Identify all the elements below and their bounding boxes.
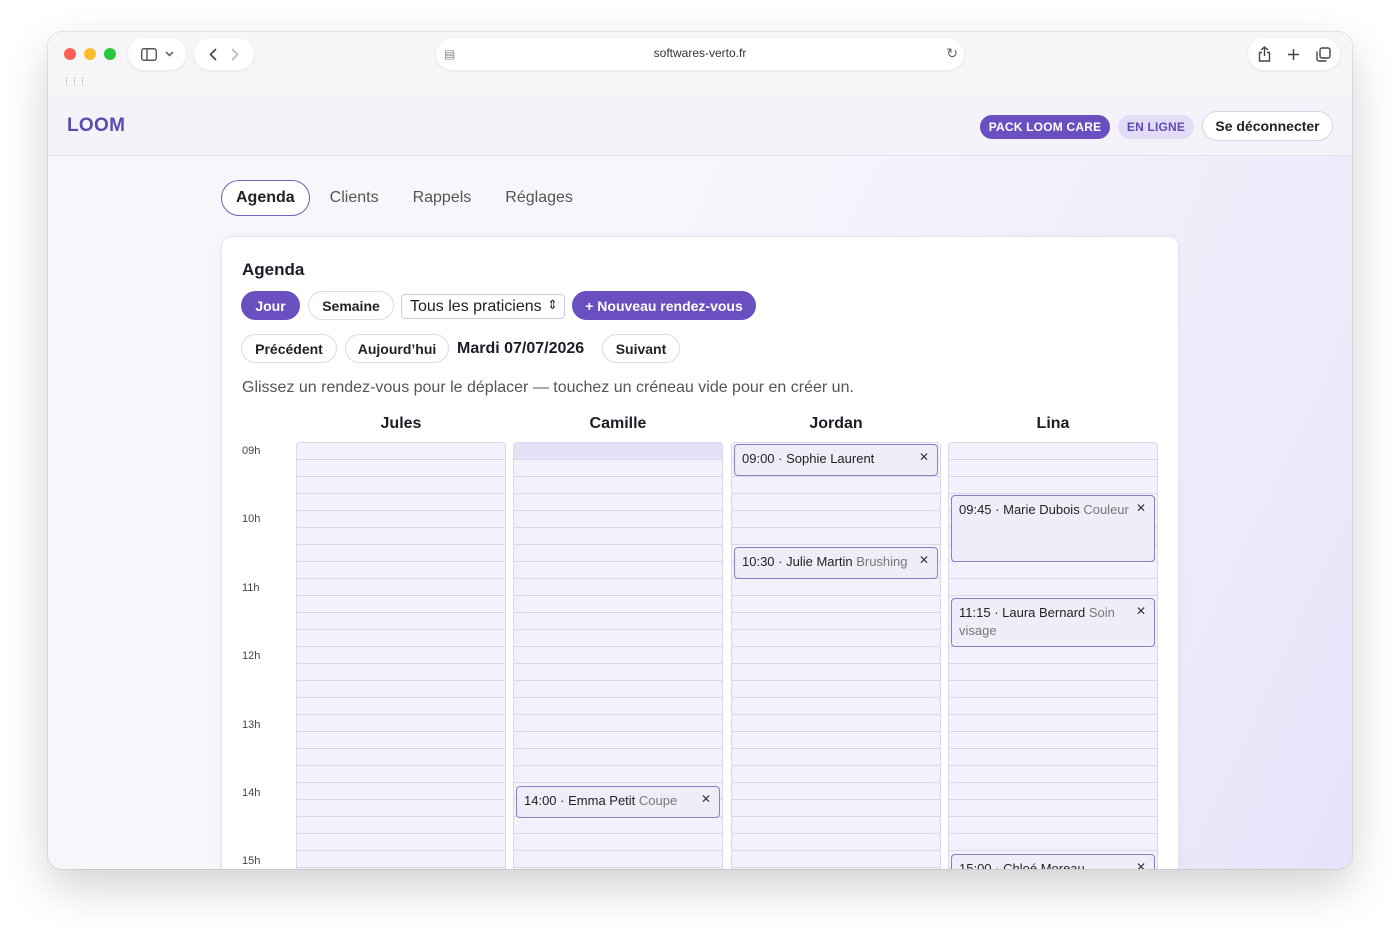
appointment-service: Coupe (638, 793, 678, 808)
maximize-window-button[interactable] (104, 48, 116, 60)
share-icon[interactable] (1258, 46, 1271, 62)
day-view-button[interactable]: Jour (241, 291, 300, 320)
week-view-button[interactable]: Semaine (308, 291, 394, 320)
unavailable-slot (514, 443, 722, 459)
agenda-hint: Glissez un rendez-vous pour le déplacer … (242, 379, 854, 396)
hour-label: 12h (242, 650, 261, 662)
appointment-time: 09:00 (742, 451, 775, 466)
column-header-lina: Lina (1036, 415, 1070, 432)
appointment-client: Marie Dubois (1003, 502, 1080, 518)
schedule-column-jules[interactable] (296, 442, 506, 869)
appointment-card[interactable]: 15:00 · Chloé Moreau Couleur✕ (951, 854, 1155, 869)
appointment-time: 10:30 (742, 553, 775, 569)
tab-reglages[interactable]: Réglages (491, 180, 587, 216)
delete-appointment-icon[interactable]: ✕ (919, 448, 929, 466)
forward-icon[interactable] (231, 47, 239, 61)
close-window-button[interactable] (64, 48, 76, 60)
pack-badge: PACK LOOM CARE (980, 115, 1110, 139)
column-header-camille: Camille (589, 415, 647, 432)
appointment-client: Laura Bernard (1002, 604, 1086, 620)
url-text: softwares-verto.fr (653, 46, 747, 60)
appointment-time: 14:00 (524, 793, 557, 808)
appointment-time: 11:15 (959, 604, 991, 620)
chevron-down-icon (164, 51, 174, 57)
logo[interactable]: LOOM (67, 115, 125, 137)
schedule-column-camille[interactable]: 14:00 · Emma Petit Coupe ✕ (513, 442, 723, 869)
back-icon[interactable] (209, 47, 217, 61)
delete-appointment-icon[interactable]: ✕ (701, 790, 711, 808)
appointment-service: Brushing (856, 553, 908, 569)
status-badge: EN LIGNE (1118, 115, 1194, 139)
new-tab-icon[interactable] (1287, 48, 1300, 61)
appointment-time: 15:00 (959, 861, 992, 869)
agenda-title: Agenda (242, 260, 305, 279)
delete-appointment-icon[interactable]: ✕ (1136, 499, 1146, 517)
current-date: Mardi 07/07/2026 (457, 340, 585, 357)
app-header: LOOM PACK LOOM CARE EN LIGNE Se déconnec… (48, 96, 1352, 156)
select-arrows-icon: ⇕ (547, 297, 558, 312)
appointment-card[interactable]: 09:00 · Sophie Laurent ✕ (734, 444, 938, 477)
appointment-card[interactable]: 09:45 · Marie Dubois Couleur ✕ (951, 495, 1155, 562)
delete-appointment-icon[interactable]: ✕ (1136, 858, 1146, 869)
agenda-card: Agenda Jour Semaine Tous les praticiens … (221, 236, 1179, 869)
today-button[interactable]: Aujourd’hui (345, 334, 449, 363)
tab-rappels[interactable]: Rappels (399, 180, 486, 216)
new-appointment-button[interactable]: + Nouveau rendez-vous (572, 291, 756, 320)
browser-window: ▤ softwares-verto.fr ↻ ⋮⋮⋮ LOOM PACK LOO… (48, 32, 1352, 869)
appointment-card[interactable]: 10:30 · Julie Martin Brushing ✕ (734, 546, 938, 579)
window-controls (64, 48, 116, 60)
hour-label: 09h (242, 445, 261, 457)
appointment-time: 09:45 (959, 502, 992, 518)
logout-button[interactable]: Se déconnecter (1202, 111, 1333, 141)
page-content: LOOM PACK LOOM CARE EN LIGNE Se déconnec… (48, 96, 1352, 869)
appointment-client: Chloé Moreau (1003, 861, 1085, 869)
navigation-buttons (194, 38, 254, 70)
appointment-client: Sophie Laurent (786, 451, 875, 466)
schedule-column-jordan[interactable]: 09:00 · Sophie Laurent ✕ 10:30 · Julie Mar… (731, 442, 941, 869)
tabs-overview-icon[interactable] (1315, 46, 1331, 62)
hour-label: 15h (242, 855, 261, 867)
appointment-card[interactable]: 14:00 · Emma Petit Coupe ✕ (516, 786, 720, 819)
appointment-client: Julie Martin (786, 553, 853, 569)
appointment-client: Emma Petit (568, 793, 636, 808)
next-day-button[interactable]: Suivant (602, 334, 680, 363)
extensions-grid-icon[interactable]: ⋮⋮⋮ (62, 76, 87, 87)
tab-agenda[interactable]: Agenda (221, 180, 310, 216)
address-bar[interactable]: ▤ softwares-verto.fr ↻ (436, 38, 964, 70)
previous-day-button[interactable]: Précédent (241, 334, 337, 363)
reload-icon[interactable]: ↻ (946, 45, 958, 62)
column-header-jules: Jules (380, 415, 422, 432)
practitioner-select[interactable]: Tous les praticiens ⇕ (401, 294, 565, 319)
hour-label: 14h (242, 787, 261, 799)
sidebar-icon (140, 47, 157, 61)
hour-label: 13h (242, 719, 261, 731)
delete-appointment-icon[interactable]: ✕ (1136, 602, 1146, 620)
main-tabs: Agenda Clients Rappels Réglages (221, 180, 593, 216)
appointment-card[interactable]: 11:15 · Laura Bernard Soin visage ✕ (951, 597, 1155, 648)
sidebar-toggle-button[interactable] (128, 38, 186, 70)
practitioner-select-value: Tous les praticiens (410, 297, 542, 315)
browser-toolbar: ▤ softwares-verto.fr ↻ ⋮⋮⋮ (48, 32, 1352, 96)
delete-appointment-icon[interactable]: ✕ (919, 551, 929, 569)
column-header-jordan: Jordan (809, 415, 863, 432)
schedule-column-lina[interactable]: 09:45 · Marie Dubois Couleur ✕ 11:15 · Lau… (948, 442, 1158, 869)
appointment-service: Couleur (1083, 502, 1129, 518)
hour-label: 10h (242, 513, 261, 525)
minimize-window-button[interactable] (84, 48, 96, 60)
browser-actions (1248, 38, 1340, 70)
tab-clients[interactable]: Clients (316, 180, 393, 216)
hour-label: 11h (242, 582, 260, 594)
